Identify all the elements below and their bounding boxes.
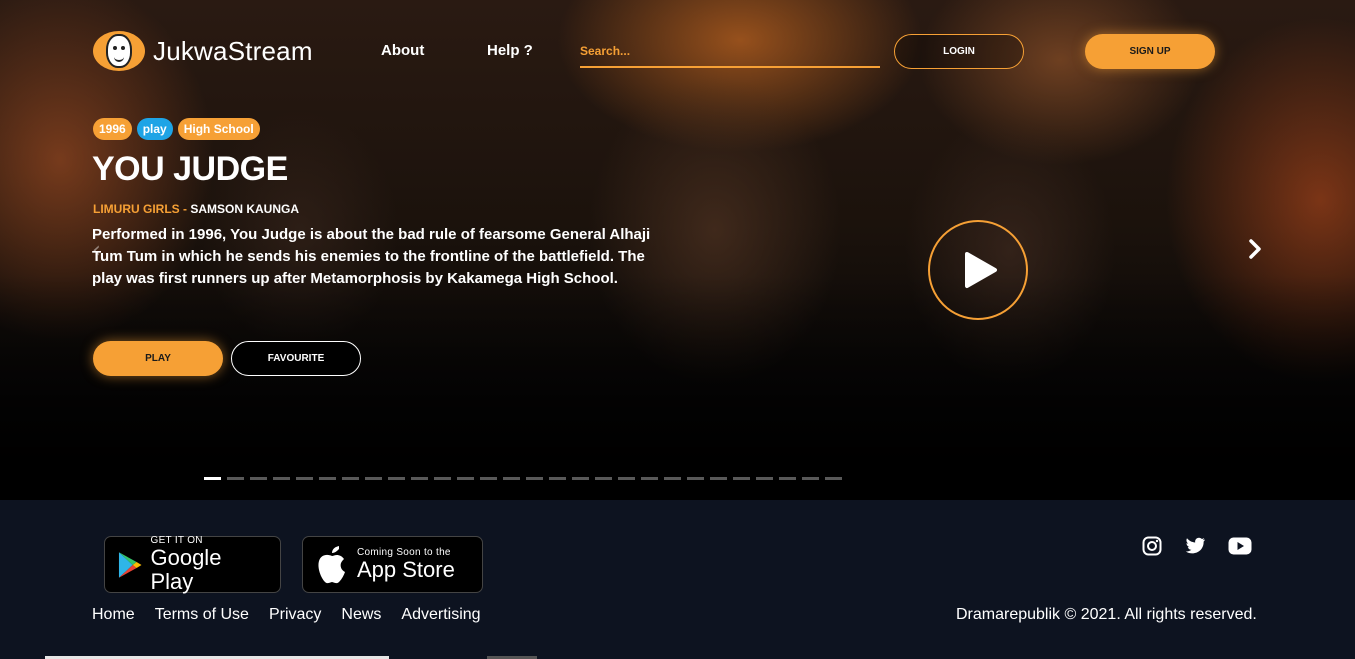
carousel-indicator[interactable] xyxy=(825,477,842,480)
carousel-indicator[interactable] xyxy=(480,477,497,480)
play-icon xyxy=(965,252,997,288)
carousel-indicator[interactable] xyxy=(641,477,658,480)
carousel-indicator[interactable] xyxy=(296,477,313,480)
footer-link-home[interactable]: Home xyxy=(92,606,135,624)
carousel-indicator[interactable] xyxy=(204,477,221,480)
google-play-badge[interactable]: GET IT ON Google Play xyxy=(104,535,281,594)
hero-banner: JukwaStream About Help ? LOGIN SIGN UP 1… xyxy=(0,0,1355,500)
carousel-indicator[interactable] xyxy=(411,477,428,480)
instagram-icon[interactable] xyxy=(1142,536,1162,556)
carousel-indicator[interactable] xyxy=(457,477,474,480)
carousel-indicator[interactable] xyxy=(572,477,589,480)
carousel-indicator[interactable] xyxy=(595,477,612,480)
school-name: LIMURU GIRLS xyxy=(93,202,180,216)
favourite-button[interactable]: FAVOURITE xyxy=(231,341,361,376)
brand-logo[interactable]: JukwaStream xyxy=(93,31,313,71)
social-links xyxy=(1142,536,1252,556)
carousel-indicator[interactable] xyxy=(319,477,336,480)
twitter-icon[interactable] xyxy=(1184,537,1206,555)
site-footer: GET IT ON Google Play Coming Soon to the… xyxy=(0,500,1355,659)
apple-icon xyxy=(318,545,345,583)
google-play-label: Google Play xyxy=(150,545,222,594)
carousel-prev-icon[interactable]: ‹ xyxy=(92,238,101,263)
carousel-indicator[interactable] xyxy=(434,477,451,480)
footer-link-advertising[interactable]: Advertising xyxy=(401,606,480,624)
play-title: YOU JUDGE xyxy=(92,150,288,188)
tag-year: 1996 xyxy=(93,118,132,140)
carousel-indicator[interactable] xyxy=(710,477,727,480)
footer-link-privacy[interactable]: Privacy xyxy=(269,606,321,624)
carousel-indicator[interactable] xyxy=(687,477,704,480)
meta-separator: - xyxy=(179,202,191,216)
login-button[interactable]: LOGIN xyxy=(894,34,1024,69)
nav-about[interactable]: About xyxy=(381,42,424,59)
signup-button[interactable]: SIGN UP xyxy=(1085,34,1215,69)
carousel-indicator[interactable] xyxy=(365,477,382,480)
author-name: SAMSON KAUNGA xyxy=(190,202,300,216)
play-meta: LIMURU GIRLS - SAMSON KAUNGA xyxy=(93,202,299,216)
carousel-indicator[interactable] xyxy=(618,477,635,480)
google-play-icon xyxy=(118,551,142,578)
tag-list: 1996 play High School xyxy=(93,118,260,140)
carousel-indicator[interactable] xyxy=(802,477,819,480)
play-video-button[interactable] xyxy=(928,220,1028,320)
app-store-label: App Store xyxy=(357,557,455,582)
footer-link-news[interactable]: News xyxy=(341,606,381,624)
play-description: Performed in 1996, You Judge is about th… xyxy=(92,226,651,287)
carousel-indicator[interactable] xyxy=(503,477,520,480)
carousel-indicator[interactable] xyxy=(342,477,359,480)
footer-link-terms[interactable]: Terms of Use xyxy=(155,606,249,624)
carousel-indicator[interactable] xyxy=(250,477,267,480)
search-input[interactable] xyxy=(580,44,880,58)
tag-level: High School xyxy=(177,118,260,140)
mask-logo-icon xyxy=(93,31,145,71)
tag-category: play xyxy=(136,118,173,140)
carousel-indicator[interactable] xyxy=(779,477,796,480)
brand-name: JukwaStream xyxy=(153,35,313,66)
carousel-indicator[interactable] xyxy=(273,477,290,480)
carousel-indicator[interactable] xyxy=(388,477,405,480)
carousel-indicator[interactable] xyxy=(756,477,773,480)
carousel-indicator[interactable] xyxy=(549,477,566,480)
carousel-indicator[interactable] xyxy=(227,477,244,480)
app-store-badge[interactable]: Coming Soon to the App Store xyxy=(302,536,483,593)
footer-nav: Home Terms of Use Privacy News Advertisi… xyxy=(92,606,481,624)
search-box xyxy=(580,40,880,68)
copyright-text: Dramarepublik © 2021. All rights reserve… xyxy=(956,606,1257,623)
nav-help[interactable]: Help ? xyxy=(487,42,533,59)
carousel-indicators xyxy=(204,477,842,480)
carousel-indicator[interactable] xyxy=(664,477,681,480)
youtube-icon[interactable] xyxy=(1228,537,1252,555)
carousel-indicator[interactable] xyxy=(526,477,543,480)
carousel-next-icon[interactable] xyxy=(1248,238,1262,264)
play-button[interactable]: PLAY xyxy=(93,341,223,376)
carousel-indicator[interactable] xyxy=(733,477,750,480)
